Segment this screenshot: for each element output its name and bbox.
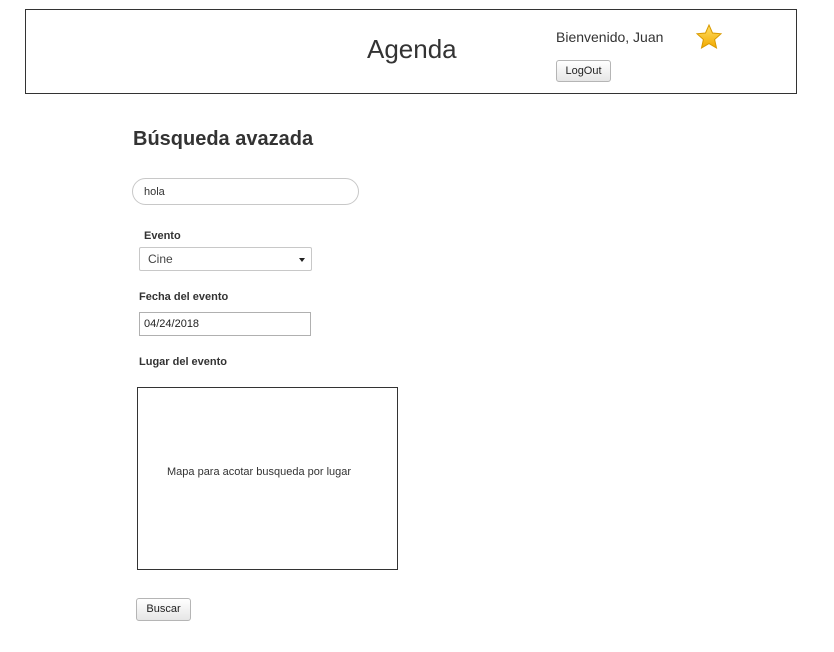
header-bar: Agenda Bienvenido, Juan LogOut bbox=[25, 9, 797, 94]
logout-button[interactable]: LogOut bbox=[556, 60, 611, 82]
evento-selected-value: Cine bbox=[148, 252, 173, 266]
page-title: Búsqueda avazada bbox=[133, 128, 314, 150]
fecha-input[interactable] bbox=[139, 312, 311, 336]
map-area[interactable]: Mapa para acotar busqueda por lugar bbox=[137, 387, 398, 570]
welcome-text: Bienvenido, Juan bbox=[556, 29, 664, 45]
lugar-label: Lugar del evento bbox=[139, 356, 228, 368]
fecha-label: Fecha del evento bbox=[139, 291, 229, 303]
evento-label: Evento bbox=[144, 230, 181, 242]
search-input[interactable] bbox=[132, 178, 359, 205]
app-title: Agenda bbox=[367, 34, 457, 64]
chevron-down-icon bbox=[299, 258, 305, 262]
evento-select[interactable]: Cine bbox=[139, 247, 312, 271]
buscar-button[interactable]: Buscar bbox=[136, 598, 191, 621]
star-icon[interactable] bbox=[695, 23, 723, 51]
map-placeholder-text: Mapa para acotar busqueda por lugar bbox=[167, 466, 352, 478]
